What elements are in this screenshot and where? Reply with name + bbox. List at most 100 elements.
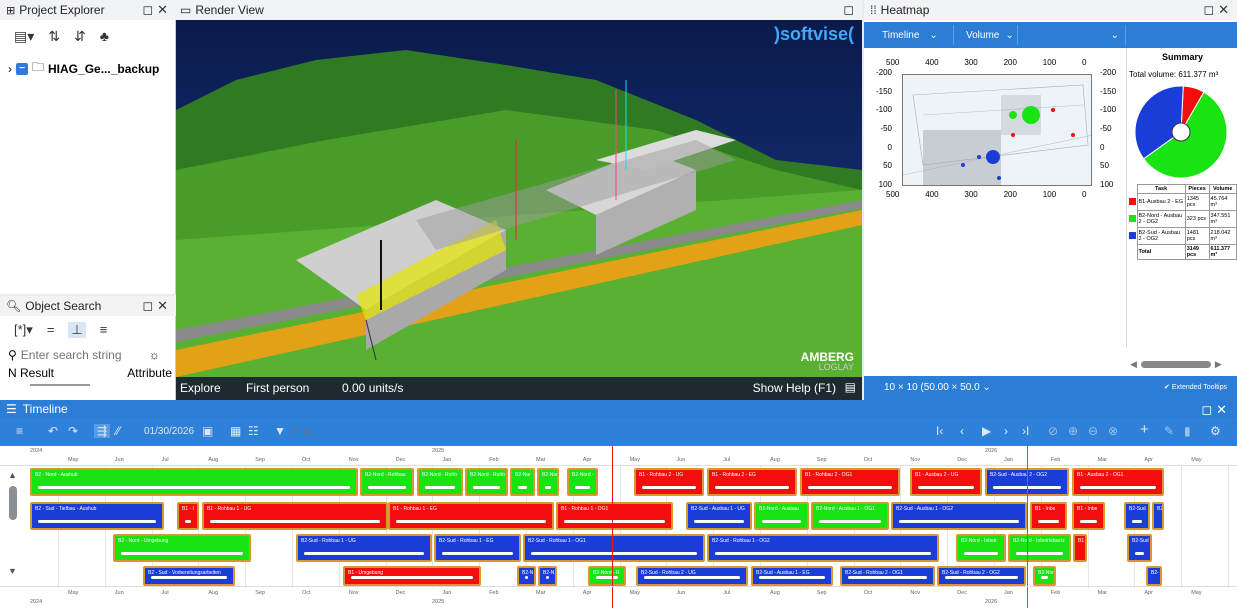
- task-bar[interactable]: B1 - Rohbau 2 - OG1: [800, 468, 900, 496]
- link-icon[interactable]: ⁄⁄: [116, 424, 120, 438]
- task-bar[interactable]: B2-Nord - Rohbau: [360, 468, 414, 496]
- scrollbar[interactable]: [30, 384, 90, 386]
- filter-input[interactable]: [290, 424, 410, 440]
- maximize-icon[interactable]: ◻: [843, 2, 858, 18]
- step-back-icon[interactable]: ‹: [960, 424, 964, 438]
- grid-size-dropdown[interactable]: 10 × 10 (50.00 × 50.0 ⌄: [884, 382, 991, 393]
- zoom-out-icon[interactable]: ⊖: [1088, 424, 1098, 438]
- window-controls[interactable]: ◻✕: [1203, 2, 1233, 18]
- timeline-dropdown[interactable]: Timeline ⌄: [876, 25, 954, 45]
- close-circle-icon[interactable]: ⊗: [1108, 424, 1118, 438]
- task-bar[interactable]: B2-Nor: [1033, 566, 1056, 586]
- task-bar[interactable]: B1 - Rohbau 1 - EG: [388, 502, 554, 530]
- redo-icon[interactable]: ↷: [68, 424, 78, 438]
- scroll-left-icon[interactable]: ◀: [1130, 359, 1137, 370]
- hierarchy-tree-icon[interactable]: ♣: [100, 28, 109, 45]
- table-row[interactable]: B1-Ausbau 2 - EG 1345 pcs 45.764 m³: [1129, 193, 1237, 211]
- tree-view-icon[interactable]: ▤▾: [14, 28, 34, 45]
- col-attribute[interactable]: Attribute: [127, 366, 172, 380]
- task-bar[interactable]: B1 - Rohbau 1 - OG1: [556, 502, 673, 530]
- go-start-icon[interactable]: I‹: [936, 424, 943, 438]
- menu-icon[interactable]: ≡: [16, 424, 23, 438]
- volume-dropdown[interactable]: Volume ⌄: [960, 25, 1018, 45]
- task-bar[interactable]: B2 - Nord - Aushub: [30, 468, 358, 496]
- task-bar[interactable]: B2-Sud - Rohbau 1 - OG2: [707, 534, 939, 562]
- task-bar[interactable]: B2-Sud - Rohbau 2 - UG: [636, 566, 748, 586]
- equals-icon[interactable]: =: [47, 322, 55, 338]
- camera-label[interactable]: First person: [246, 381, 309, 395]
- mode-label[interactable]: Explore: [180, 381, 221, 395]
- sort-alt-icon[interactable]: ⇵: [74, 28, 86, 45]
- task-bar[interactable]: B2-Nord - Inbetr: [956, 534, 1006, 562]
- task-bar[interactable]: B2-Sud: [1127, 534, 1152, 562]
- task-bar[interactable]: B2-Nor: [537, 468, 559, 496]
- task-bar[interactable]: B2-Sud - Rohbau 2 - OG2: [937, 566, 1026, 586]
- 3d-viewport[interactable]: )softvise( AMBERG LOGLAY: [176, 20, 862, 377]
- scroll-right-icon[interactable]: ▶: [1215, 359, 1222, 370]
- task-bar[interactable]: B2-Sud - Rohbau 1 - EG: [434, 534, 521, 562]
- date-field[interactable]: 01/30/2026: [144, 426, 194, 437]
- task-bar[interactable]: B1 - Inbe: [1072, 502, 1105, 530]
- zoom-in-icon[interactable]: ⊕: [1068, 424, 1078, 438]
- task-bar[interactable]: B2-Nord - Ausbau: [754, 502, 809, 530]
- extended-tooltips-toggle[interactable]: ✔ Extended Tooltips: [1164, 383, 1227, 391]
- task-bar[interactable]: B2-Nord - R: [588, 566, 626, 586]
- task-bar[interactable]: B1 - I: [177, 502, 199, 530]
- task-dropdown[interactable]: ⌄: [1020, 25, 1126, 45]
- summary-scroll[interactable]: ◀ ▶: [1130, 359, 1230, 370]
- sort-icon[interactable]: ⇅: [48, 28, 60, 45]
- task-bar[interactable]: B1 - Rohbau 2 - UG: [634, 468, 704, 496]
- task-bar[interactable]: B2 - Sud - Tiefbau - Aushub: [30, 502, 164, 530]
- list-icon[interactable]: ☷: [248, 424, 259, 438]
- task-bar[interactable]: B2-Nord - Rohb: [465, 468, 508, 496]
- task-bar[interactable]: B1 - Umgebung: [343, 566, 481, 586]
- task-bar[interactable]: B2-Sud - Ausbau 1 - EG: [751, 566, 833, 586]
- task-bar[interactable]: B2-Nord - Rohb: [417, 468, 463, 496]
- chevron-right-icon[interactable]: ›: [8, 62, 12, 76]
- task-bar[interactable]: B2-Nord - Inbetriebsetz: [1008, 534, 1071, 562]
- go-end-icon[interactable]: ›I: [1022, 424, 1029, 438]
- window-controls[interactable]: ◻✕: [142, 2, 172, 18]
- col-result[interactable]: N Result: [8, 366, 54, 380]
- table-row[interactable]: B2-Sud - Ausbau 2 - OG2 1481 pcs 218.042 m…: [1129, 227, 1237, 245]
- task-bar[interactable]: B2-Nord - Ausbau 1 - OG1: [811, 502, 889, 530]
- task-bar[interactable]: B1 - Rohbau 2 - EG: [707, 468, 797, 496]
- heatmap-plot[interactable]: [902, 74, 1092, 186]
- window-controls[interactable]: ◻✕: [1201, 402, 1231, 418]
- search-input[interactable]: [20, 348, 145, 362]
- add-icon[interactable]: +: [1140, 421, 1149, 438]
- help-icon[interactable]: ▤: [845, 380, 856, 394]
- tree-item-root[interactable]: › − 🗀 HIAG_Ge..._backup: [8, 58, 159, 79]
- window-controls[interactable]: ◻✕: [142, 298, 172, 314]
- task-bar[interactable]: B2-: [1146, 566, 1162, 586]
- filter-icon[interactable]: ▼: [274, 424, 286, 438]
- undo-icon[interactable]: ↶: [48, 424, 58, 438]
- check-icon[interactable]: ⊘: [1048, 424, 1058, 438]
- task-bar[interactable]: B2-Sud - Ausbau 1 - UG: [686, 502, 752, 530]
- task-bar[interactable]: B2-N: [538, 566, 557, 586]
- task-bar[interactable]: B2-Sud - Rohbau 1 - OG1: [523, 534, 705, 562]
- task-bar[interactable]: B2-Sud: [1124, 502, 1150, 530]
- task-bar[interactable]: B2-Sud - Rohbau 1 - UG: [296, 534, 432, 562]
- gear-icon[interactable]: ⚙: [1210, 424, 1221, 438]
- task-bar[interactable]: B2: [1152, 502, 1164, 530]
- align-bottom-icon[interactable]: ⊥: [68, 322, 86, 338]
- bulb-icon[interactable]: ☼: [149, 348, 160, 362]
- checkbox-icon[interactable]: −: [16, 62, 28, 75]
- hierarchy-icon[interactable]: ⇶: [94, 424, 111, 438]
- chart-icon[interactable]: ▦: [230, 424, 241, 438]
- delete-icon[interactable]: ▮: [1184, 424, 1191, 438]
- task-bar[interactable]: B1 - Ausbau 2 - OG1: [1072, 468, 1164, 496]
- edit-icon[interactable]: ✎: [1164, 424, 1174, 438]
- task-bar[interactable]: B2-N: [517, 566, 536, 586]
- table-row[interactable]: B2-Nord - Ausbau 2 - OG2 323 pcs 347.551 m…: [1129, 210, 1237, 228]
- task-bar[interactable]: B1: [1073, 534, 1087, 562]
- task-bar[interactable]: B1 - Rohbau 1 - UG: [202, 502, 388, 530]
- task-bar[interactable]: B2 - Nord - Umgebung: [113, 534, 251, 562]
- task-bar[interactable]: B2-Sud - Rohbau 2 - OG1: [840, 566, 935, 586]
- task-bar[interactable]: B2-Sud - Ausbau 1 - OG2: [891, 502, 1027, 530]
- task-bar[interactable]: B2-Nord -: [567, 468, 598, 496]
- task-bar[interactable]: B1 - Inbe: [1030, 502, 1067, 530]
- step-forward-icon[interactable]: ›: [1004, 424, 1008, 438]
- scroll-thumb[interactable]: [1140, 360, 1211, 368]
